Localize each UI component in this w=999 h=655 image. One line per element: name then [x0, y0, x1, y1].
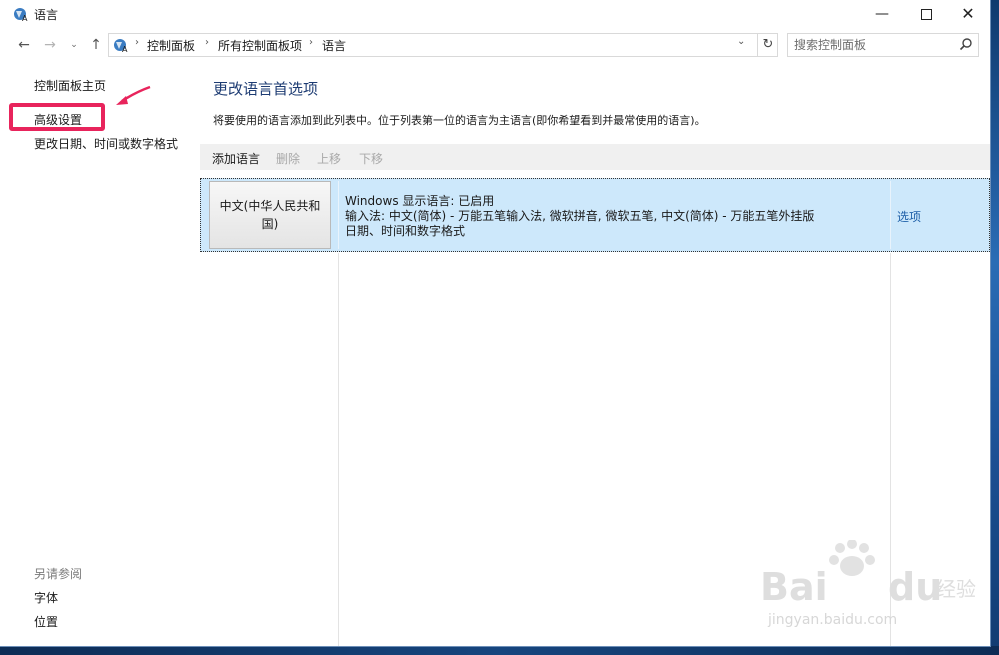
- see-also-heading: 另请参阅: [34, 567, 83, 581]
- refresh-button[interactable]: ↻: [757, 34, 778, 56]
- maximize-icon: [920, 8, 932, 20]
- navigation-bar: ← → ⌄ ↑ A › 控制面板 › 所有控制面板项 › 语言 ⌄ ↻: [0, 30, 990, 60]
- breadcrumb-separator: ›: [309, 37, 313, 48]
- back-button[interactable]: ←: [14, 34, 34, 56]
- display-language-status: Windows 显示语言: 已启用: [345, 194, 495, 208]
- breadcrumb-control-panel[interactable]: 控制面板: [147, 37, 195, 54]
- language-toolbar: 添加语言 删除 上移 下移: [200, 144, 990, 170]
- forward-button[interactable]: →: [40, 34, 60, 56]
- breadcrumb-separator: ›: [205, 37, 209, 48]
- column-divider: [338, 253, 339, 646]
- language-row-chinese[interactable]: 中文(中华人民共和国) Windows 显示语言: 已启用 输入法: 中文(简体…: [200, 178, 990, 252]
- language-name: 中文(中华人民共和国): [219, 199, 321, 231]
- svg-text:A: A: [22, 14, 28, 23]
- page-title: 更改语言首选项: [213, 80, 319, 98]
- see-also-location-link[interactable]: 位置: [34, 613, 58, 630]
- minimize-button[interactable]: —: [859, 0, 905, 28]
- input-methods: 输入法: 中文(简体) - 万能五笔输入法, 微软拼音, 微软五笔, 中文(简体…: [345, 209, 815, 223]
- svg-text:经验: 经验: [936, 577, 976, 601]
- date-time-format: 日期、时间和数字格式: [345, 224, 466, 238]
- language-details: Windows 显示语言: 已启用 输入法: 中文(简体) - 万能五笔输入法,…: [345, 194, 814, 239]
- language-app-icon: A: [14, 8, 28, 23]
- change-date-time-link[interactable]: 更改日期、时间或数字格式: [34, 135, 178, 152]
- row-divider: [890, 181, 891, 249]
- annotation-arrow-icon: [116, 85, 151, 105]
- desktop-wallpaper-bottom: [0, 646, 999, 655]
- move-down-button[interactable]: 下移: [359, 150, 383, 167]
- address-dropdown-button[interactable]: ⌄: [737, 36, 745, 47]
- search-box: [787, 33, 979, 57]
- language-options-link[interactable]: 选项: [897, 208, 921, 225]
- language-window: A 语言 — ✕ ← → ⌄ ↑ A › 控制面板 › 所有控制面板项 › 语言…: [0, 0, 991, 647]
- close-button[interactable]: ✕: [945, 0, 991, 28]
- desktop-wallpaper-right: [990, 0, 999, 655]
- row-divider: [338, 181, 339, 249]
- breadcrumb-all-items[interactable]: 所有控制面板项: [218, 37, 302, 54]
- svg-text:A: A: [122, 45, 128, 54]
- move-up-button[interactable]: 上移: [317, 150, 341, 167]
- see-also-fonts-link[interactable]: 字体: [34, 589, 58, 606]
- breadcrumb-separator: ›: [135, 37, 139, 48]
- window-title: 语言: [34, 8, 59, 22]
- svg-text:Bai: Bai: [760, 565, 828, 609]
- highlight-annotation-box: [9, 103, 105, 131]
- svg-text:du: du: [888, 565, 942, 609]
- watermark-url: jingyan.baidu.com: [768, 612, 898, 628]
- up-button[interactable]: ↑: [86, 34, 106, 56]
- sidebar: 控制面板主页 高级设置 更改日期、时间或数字格式 另请参阅 字体 位置: [0, 62, 200, 646]
- search-input[interactable]: [794, 36, 954, 54]
- language-name-tile: 中文(中华人民共和国): [209, 181, 331, 249]
- language-location-icon: A: [114, 39, 128, 54]
- search-icon[interactable]: [959, 37, 973, 51]
- remove-language-button[interactable]: 删除: [276, 150, 300, 167]
- maximize-button[interactable]: [903, 0, 949, 28]
- page-description: 将要使用的语言添加到此列表中。位于列表第一位的语言为主语言(即你希望看到并最常使…: [213, 114, 706, 127]
- title-bar: A 语言 — ✕: [0, 0, 990, 28]
- breadcrumb-language[interactable]: 语言: [322, 37, 346, 54]
- control-panel-home-link[interactable]: 控制面板主页: [34, 77, 106, 94]
- address-bar[interactable]: A › 控制面板 › 所有控制面板项 › 语言 ⌄ ↻: [108, 33, 778, 57]
- add-language-button[interactable]: 添加语言: [212, 150, 260, 167]
- recent-locations-button[interactable]: ⌄: [64, 34, 84, 56]
